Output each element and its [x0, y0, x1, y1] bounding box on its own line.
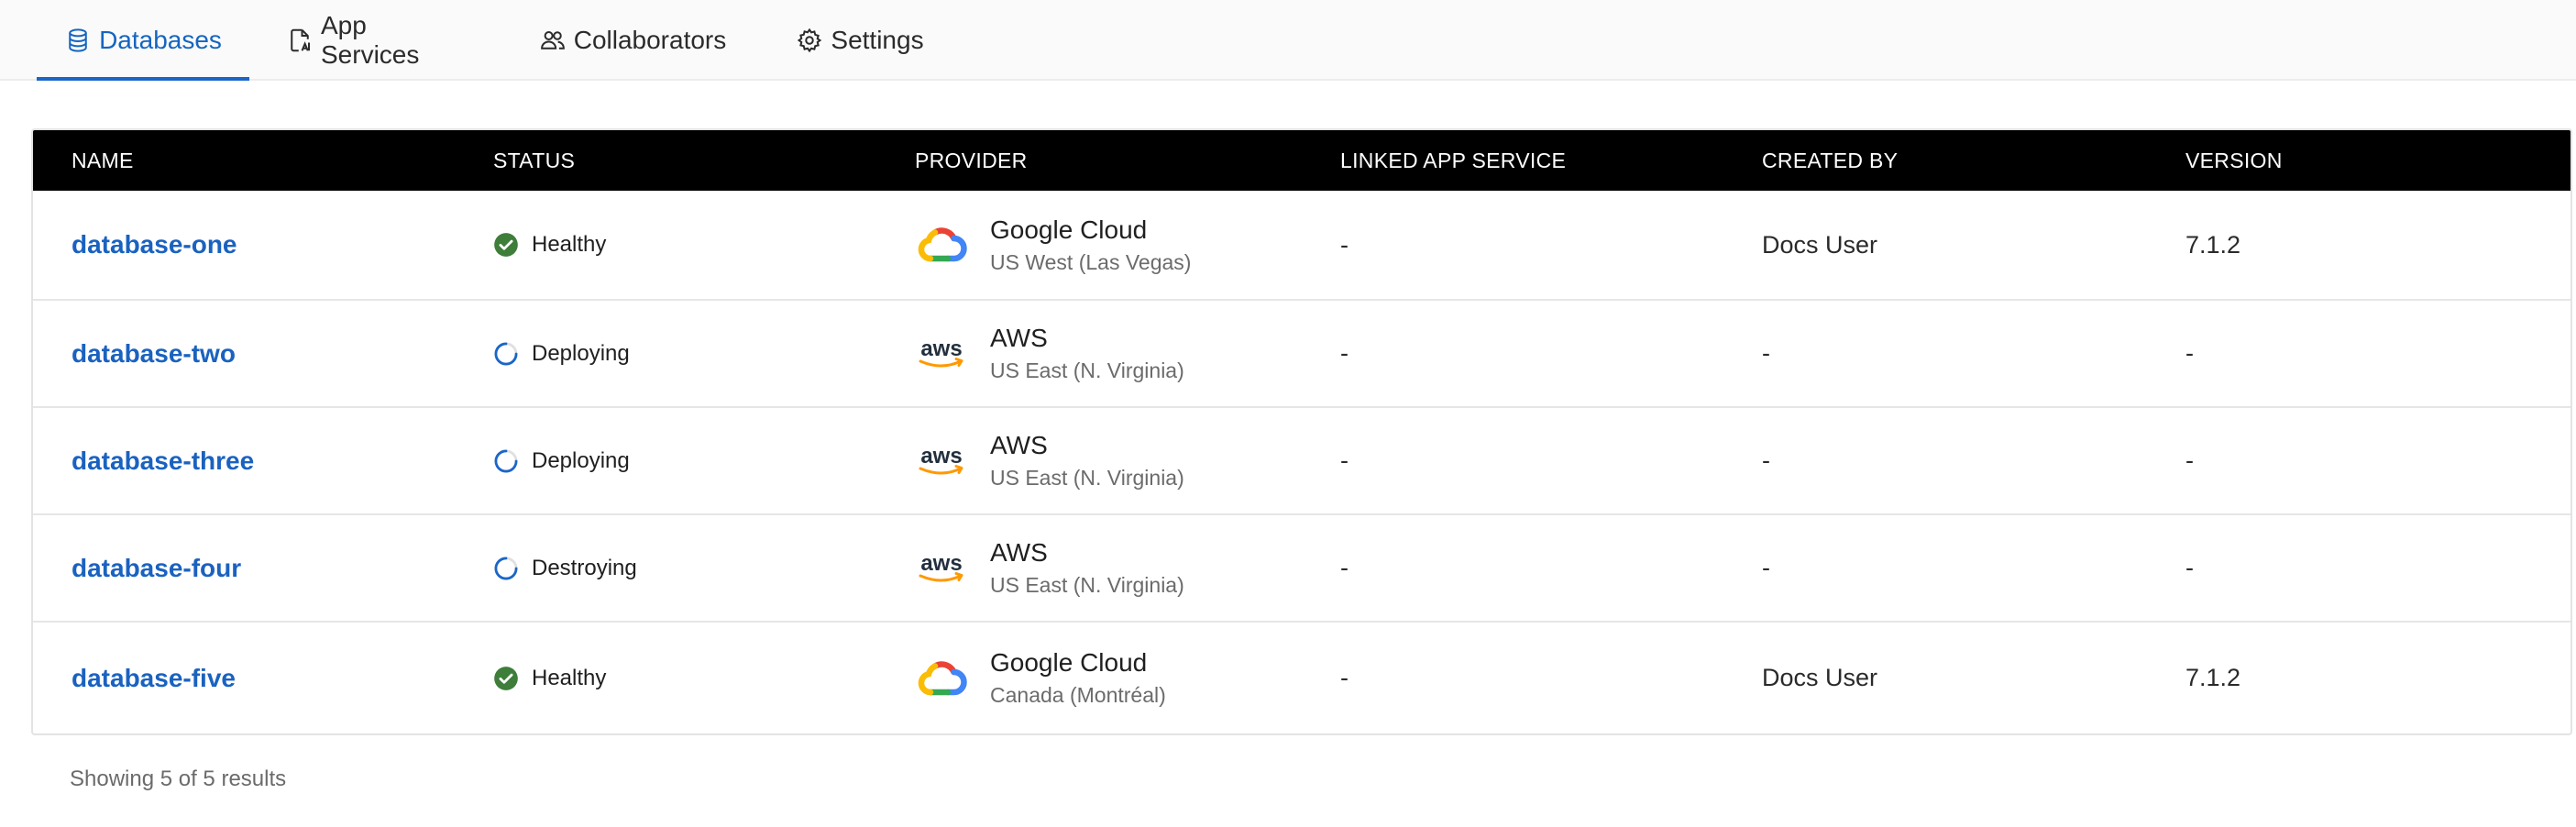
tab-app-services-label: App Services: [321, 11, 420, 69]
results-count: Showing 5 of 5 results: [70, 766, 287, 791]
linked-app-service: -: [1340, 447, 1349, 474]
status-badge: Healthy: [493, 232, 606, 258]
provider-name: AWS: [990, 324, 1048, 352]
svg-text:aws: aws: [920, 336, 962, 361]
created-by: Docs User: [1762, 230, 1878, 259]
status-badge: Destroying: [493, 556, 637, 581]
app-services-icon: [291, 28, 310, 52]
version: 7.1.2: [2185, 230, 2241, 259]
database-name-link[interactable]: database-five: [72, 664, 236, 693]
column-header-version: VERSION: [2185, 149, 2283, 172]
created-by: -: [1762, 554, 1770, 581]
table-header: NAME STATUS PROVIDER LINKED APP SERVICE …: [33, 130, 2570, 191]
tab-app-services[interactable]: App Services: [286, 0, 471, 81]
version: 7.1.2: [2185, 664, 2241, 691]
status-label: Deploying: [532, 340, 630, 366]
provider-region: US West (Las Vegas): [990, 249, 1192, 274]
google-cloud-logo: [918, 660, 967, 695]
column-header-linked-app-service: LINKED APP SERVICE: [1340, 149, 1567, 172]
provider-region: Canada (Montréal): [990, 683, 1166, 707]
created-by: -: [1762, 447, 1770, 474]
database-name-link[interactable]: database-four: [72, 554, 241, 583]
aws-logo: aws: [919, 551, 963, 581]
database-name-link[interactable]: database-three: [72, 447, 254, 476]
tab-collaborators[interactable]: Collaborators: [534, 0, 732, 81]
version: -: [2185, 554, 2194, 581]
spinner-icon: [494, 449, 518, 472]
provider-region: US East (N. Virginia): [990, 573, 1184, 597]
column-header-provider: PROVIDER: [915, 149, 1028, 172]
status-label: Healthy: [532, 232, 607, 257]
tab-collaborators-label: Collaborators: [573, 26, 727, 54]
version: -: [2185, 339, 2194, 367]
spinner-icon: [494, 557, 518, 579]
linked-app-service: -: [1340, 664, 1349, 691]
status-label: Healthy: [532, 665, 607, 690]
provider-region: US East (N. Virginia): [990, 358, 1184, 382]
created-by: Docs User: [1762, 664, 1878, 691]
google-cloud-logo: [918, 227, 967, 262]
status-badge: Deploying: [493, 448, 630, 474]
aws-logo: aws: [919, 336, 963, 367]
provider-region: US East (N. Virginia): [990, 466, 1184, 490]
check-circle-icon: [494, 666, 518, 690]
table-row: database-one Healthy Google Cloud US Wes…: [33, 191, 2570, 301]
check-circle-icon: [494, 233, 518, 257]
database-name-link[interactable]: database-two: [72, 339, 236, 369]
tab-settings-label: Settings: [831, 26, 924, 54]
status-badge: Deploying: [493, 341, 630, 367]
table-row: database-four Destroying aws AWS US East…: [33, 515, 2570, 623]
table-row: database-two Deploying aws AWS US East (…: [33, 301, 2570, 408]
database-name-link[interactable]: database-one: [72, 230, 237, 259]
svg-text:aws: aws: [920, 551, 962, 576]
provider-name: AWS: [990, 538, 1048, 567]
people-icon: [540, 31, 565, 50]
spinner-icon: [494, 342, 518, 365]
created-by: -: [1762, 339, 1770, 367]
column-header-status: STATUS: [493, 149, 576, 172]
linked-app-service: -: [1340, 554, 1349, 581]
tab-bar: Databases App Services Collaborators Set…: [0, 0, 2576, 81]
status-label: Destroying: [532, 555, 637, 580]
table-row: database-five Healthy Google Cloud Canad…: [33, 623, 2570, 733]
version: -: [2185, 447, 2194, 474]
provider-name: Google Cloud: [990, 648, 1148, 677]
status-badge: Healthy: [493, 666, 606, 691]
database-icon: [69, 28, 87, 52]
column-header-created-by: CREATED BY: [1762, 149, 1899, 172]
tab-databases[interactable]: Databases: [37, 0, 249, 81]
provider-name: AWS: [990, 431, 1048, 459]
gear-icon: [798, 28, 822, 53]
linked-app-service: -: [1340, 230, 1349, 259]
tab-databases-label: Databases: [99, 26, 222, 54]
status-label: Deploying: [532, 447, 630, 473]
aws-logo: aws: [919, 444, 963, 474]
linked-app-service: -: [1340, 339, 1349, 367]
column-header-name: NAME: [72, 149, 134, 172]
svg-text:aws: aws: [920, 444, 962, 469]
databases-table: NAME STATUS PROVIDER LINKED APP SERVICE …: [31, 128, 2572, 735]
provider-name: Google Cloud: [990, 215, 1148, 244]
table-row: database-three Deploying aws AWS US East…: [33, 408, 2570, 515]
tab-settings[interactable]: Settings: [792, 0, 928, 81]
